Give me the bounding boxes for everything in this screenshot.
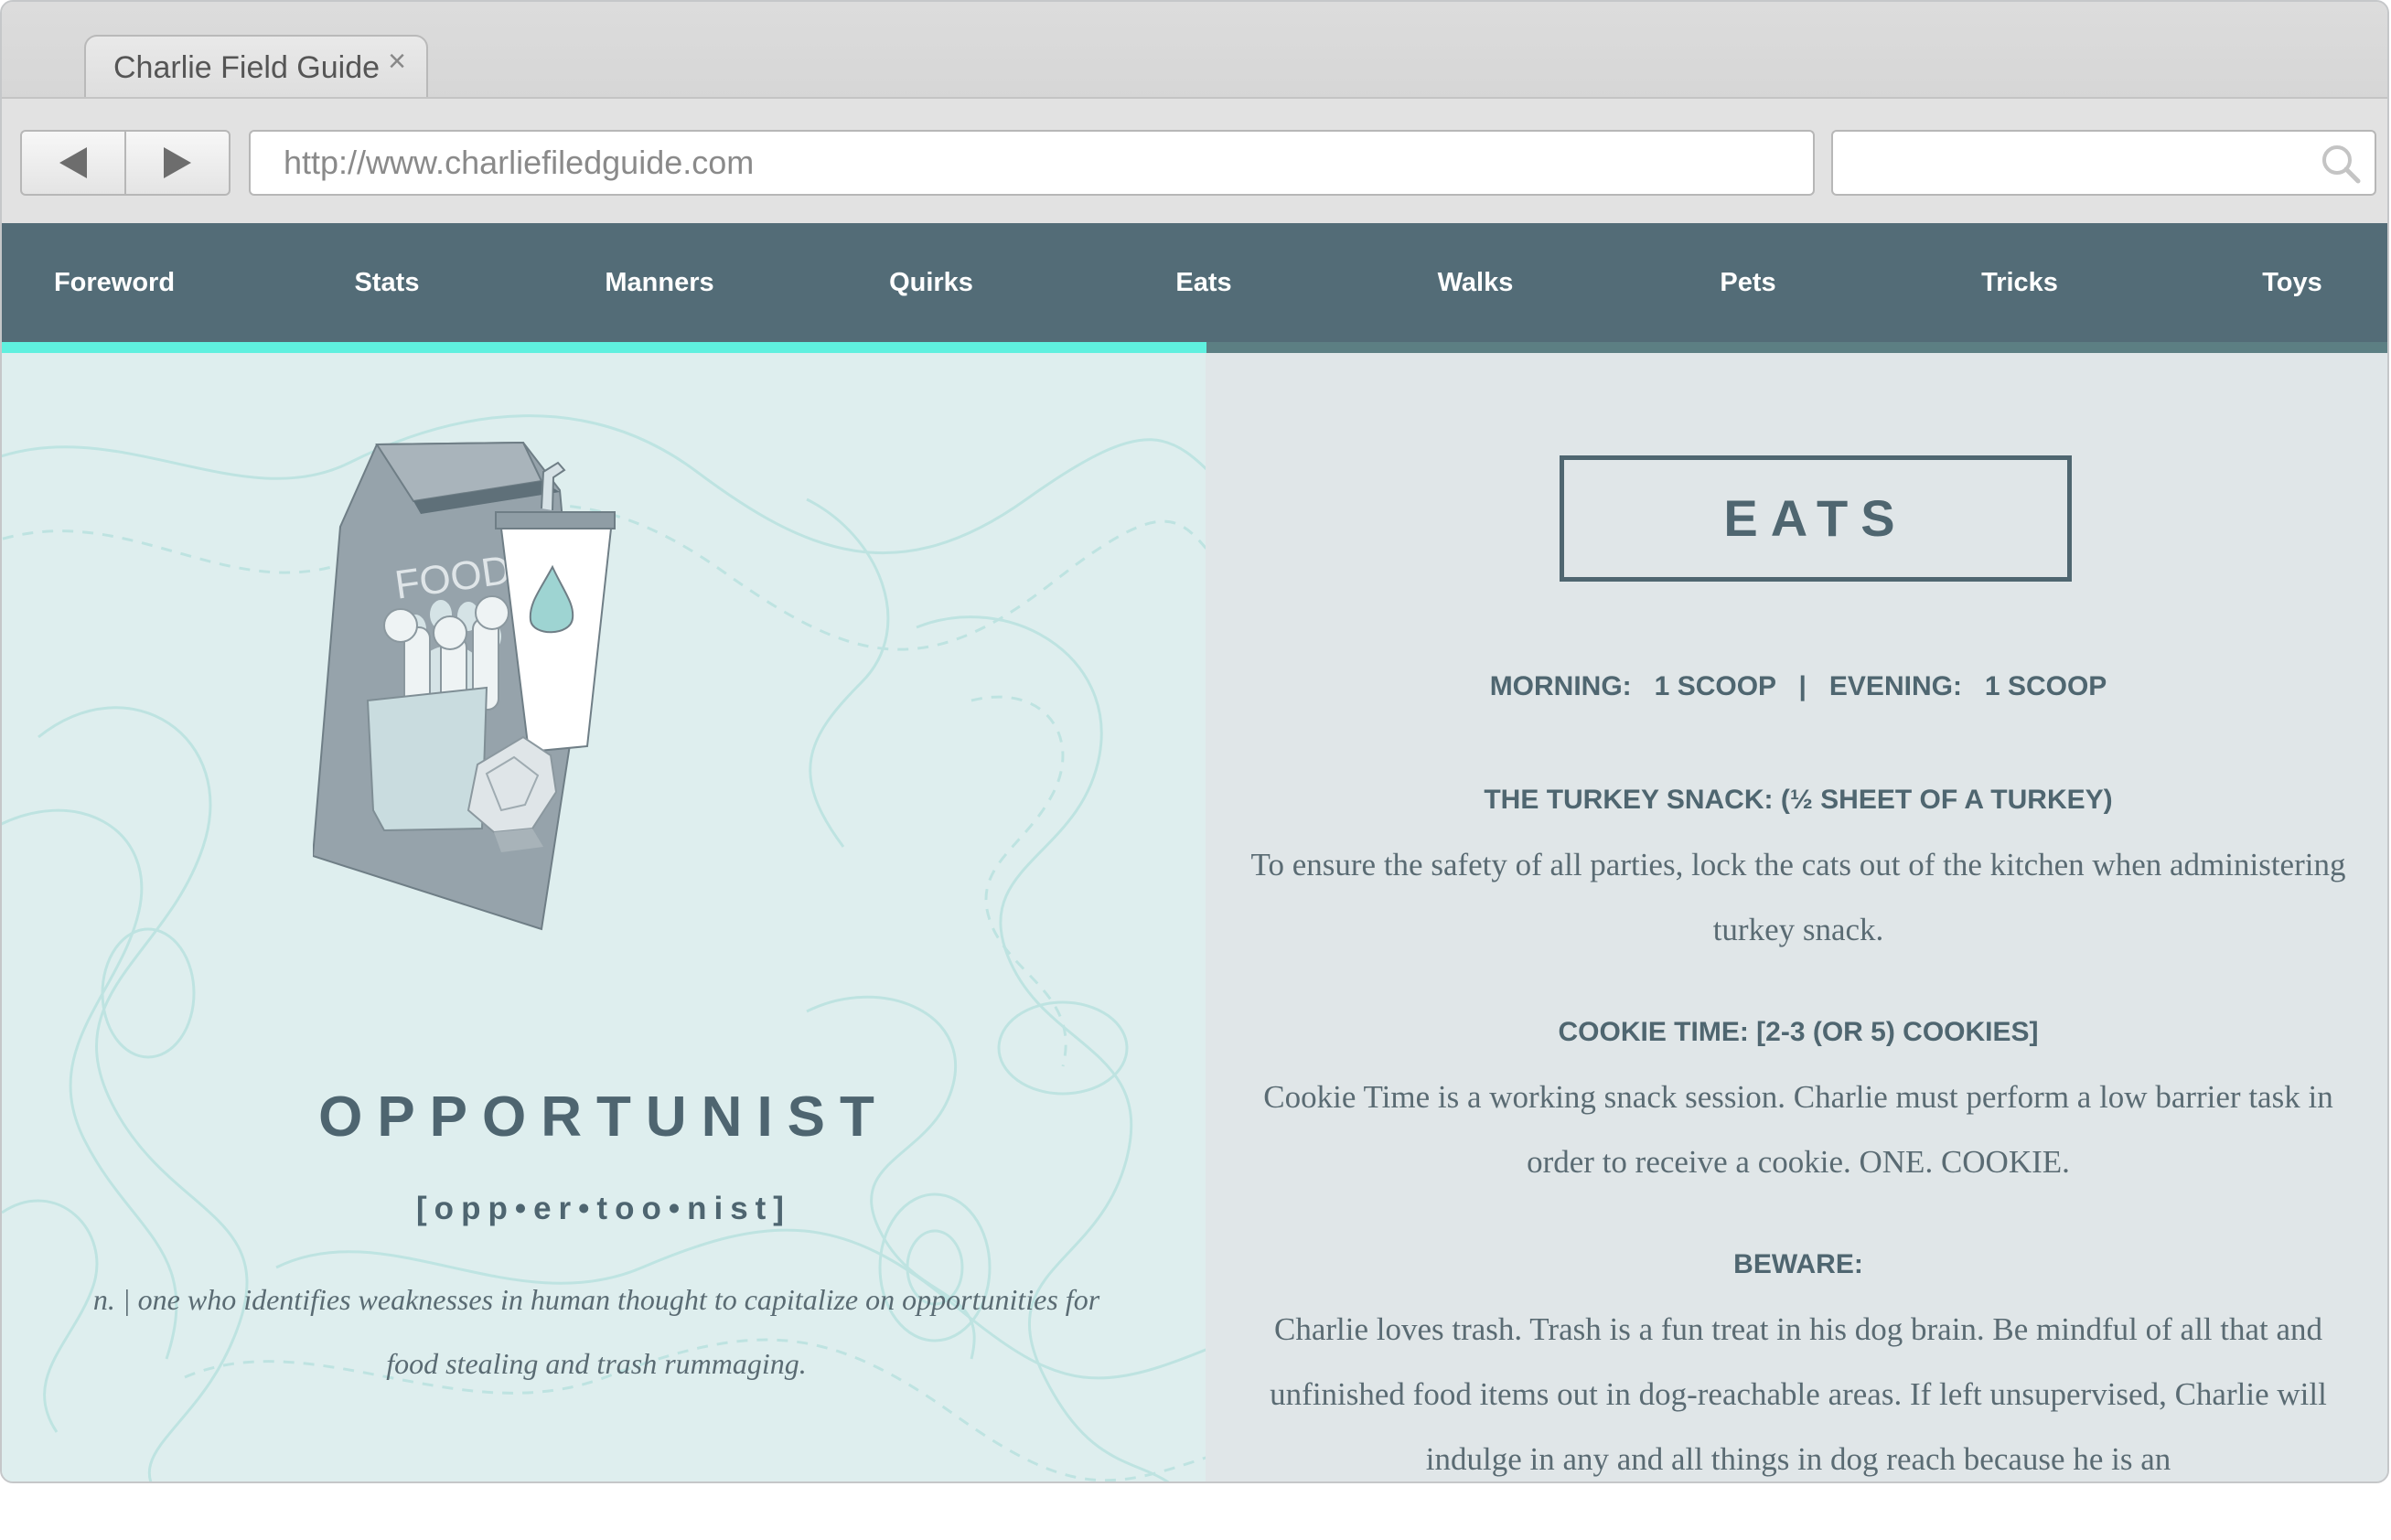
section-title-cookie: COOKIE TIME: [2-3 (OR 5) COOKIES] [1558, 1017, 2039, 1047]
site-navigation: Foreword Stats Manners Quirks Eats Walks… [2, 223, 2387, 342]
definition-word: OPPORTUNIST [318, 1085, 889, 1149]
scroll-progress-fill [2, 342, 1207, 353]
food-illustration: FOOD [313, 441, 616, 931]
scroll-progress-track [2, 342, 2387, 353]
nav-item-manners[interactable]: Manners [605, 223, 713, 342]
definition-text: n. | one who identifies weaknesses in hu… [92, 1283, 1100, 1380]
definition-pronunciation: [opp•er•too•nist] [416, 1191, 791, 1226]
browser-toolbar: http://www.charliefiledguide.com [2, 97, 2387, 225]
nav-item-quirks[interactable]: Quirks [889, 223, 973, 342]
definition-panel: FOOD OPPORTUNIST [opp•er•too•nist] n. | … [2, 353, 1206, 1481]
search-input[interactable] [1831, 130, 2376, 196]
tab-title: Charlie Field Guide [113, 50, 381, 85]
history-buttons [20, 130, 231, 196]
nav-item-walks[interactable]: Walks [1438, 223, 1514, 342]
section-title-beware: BEWARE: [1733, 1249, 1863, 1279]
nav-item-stats[interactable]: Stats [355, 223, 420, 342]
nav-item-eats[interactable]: Eats [1175, 223, 1231, 342]
feeding-schedule: MORNING: 1 SCOOP | EVENING: 1 SCOOP [1489, 671, 2107, 701]
section-body-turkey: To ensure the safety of all parties, loc… [1250, 847, 2346, 947]
nav-list: Foreword Stats Manners Quirks Eats Walks… [2, 223, 2387, 342]
nav-item-foreword[interactable]: Foreword [54, 223, 175, 342]
tab-strip: Charlie Field Guide × [2, 2, 2387, 97]
browser-window: Charlie Field Guide × http://www.charlie… [0, 0, 2389, 1483]
eats-panel: EATS MORNING: 1 SCOOP | EVENING: 1 SCOOP… [1206, 353, 2387, 1481]
section-body-cookie: Cookie Time is a working snack session. … [1263, 1079, 2333, 1180]
section-body-beware: Charlie loves trash. Trash is a fun trea… [1270, 1311, 2327, 1477]
nav-item-tricks[interactable]: Tricks [1981, 223, 2058, 342]
search-icon[interactable] [2320, 143, 2362, 185]
nav-item-toys[interactable]: Toys [2262, 223, 2322, 342]
address-bar[interactable]: http://www.charliefiledguide.com [249, 130, 1815, 196]
back-arrow-icon [59, 147, 87, 178]
page-title: EATS [1560, 455, 2072, 582]
browser-tab[interactable]: Charlie Field Guide × [84, 35, 428, 97]
tab-close-icon[interactable]: × [388, 44, 406, 80]
forward-arrow-icon [164, 147, 191, 178]
nav-item-pets[interactable]: Pets [1720, 223, 1775, 342]
back-button[interactable] [22, 132, 124, 194]
section-title-turkey: THE TURKEY SNACK: (½ SHEET OF A TURKEY) [1484, 785, 2113, 815]
forward-button[interactable] [124, 132, 229, 194]
browser-chrome: Charlie Field Guide × http://www.charlie… [2, 2, 2387, 225]
